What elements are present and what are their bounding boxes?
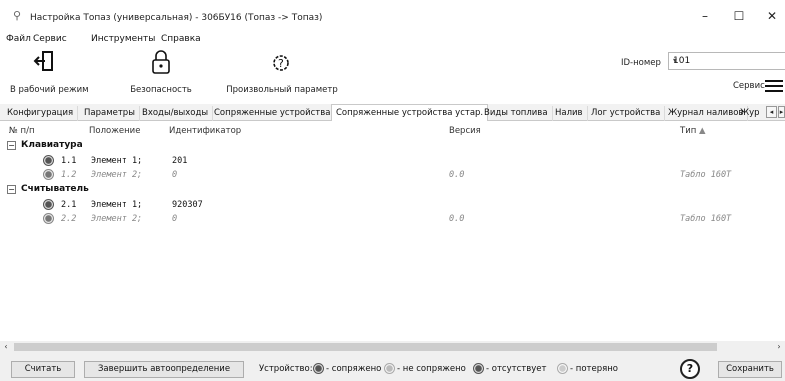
tab-scroll-right-icon[interactable]: ▸	[778, 106, 785, 118]
app-icon: ⚲	[13, 9, 22, 22]
not-paired-label: - не сопряжено	[397, 364, 466, 374]
col-num[interactable]: № п/п	[9, 126, 35, 136]
save-button[interactable]: Сохранить	[718, 361, 782, 378]
tab-filling[interactable]: Налив	[551, 106, 588, 121]
id-number-select[interactable]: 101 ▾	[668, 52, 785, 70]
status-led-icon	[43, 155, 54, 166]
custom-param-label: Произвольный параметр	[226, 85, 338, 95]
col-type[interactable]: Тип ▲	[680, 126, 706, 136]
sort-asc-icon: ▲	[698, 126, 706, 136]
tab-device-log[interactable]: Лог устройства	[587, 106, 666, 121]
row-version: 0.0	[449, 170, 465, 180]
row-position: Элемент 1;	[91, 200, 143, 210]
minimize-button[interactable]: –	[690, 6, 720, 26]
absent-label: - отсутствует	[486, 364, 547, 374]
service-label: Сервис	[733, 81, 765, 91]
tab-scroll-left-icon[interactable]: ◂	[766, 106, 777, 118]
title-bar: ⚲ Настройка Топаз (универсальная) - 306Б…	[0, 0, 785, 30]
tab-configuration[interactable]: Конфигурация	[3, 106, 79, 121]
group-keyboard[interactable]: − Клавиатура	[7, 140, 83, 150]
row-position: Элемент 1;	[91, 156, 143, 166]
tab-parameters[interactable]: Параметры	[80, 106, 140, 121]
close-button[interactable]: ✕	[757, 6, 785, 26]
maximize-button[interactable]: ☐	[724, 6, 754, 26]
status-led-icon	[43, 199, 54, 210]
scroll-left-icon[interactable]: ‹	[0, 341, 12, 353]
tab-fuel-types[interactable]: Виды топлива	[480, 106, 553, 121]
row-num: 1.1	[61, 156, 77, 166]
paired-led-icon	[313, 363, 324, 374]
menu-file[interactable]: Файл	[6, 34, 31, 44]
row-position: Элемент 2;	[91, 214, 143, 224]
gear-question-icon: ?	[273, 55, 289, 71]
hamburger-menu-icon[interactable]	[765, 80, 783, 92]
devices-grid: № п/п Положение Идентификатор Версия Тип…	[0, 121, 785, 341]
not-paired-led-icon	[384, 363, 395, 374]
security-label: Безопасность	[130, 85, 192, 95]
work-mode-label: В рабочий режим	[10, 85, 89, 95]
menu-help[interactable]: Справка	[161, 34, 201, 44]
row-num: 2.2	[61, 214, 77, 224]
group-reader[interactable]: − Считыватель	[7, 184, 89, 194]
row-version: 0.0	[449, 214, 465, 224]
row-identifier: 920307	[172, 200, 203, 210]
row-num: 1.2	[61, 170, 77, 180]
svg-text:?: ?	[278, 57, 284, 70]
collapse-icon[interactable]: −	[7, 185, 16, 194]
lost-led-icon	[557, 363, 568, 374]
row-position: Элемент 2;	[91, 170, 143, 180]
status-led-icon	[43, 169, 54, 180]
id-number-label: ID-номер	[621, 58, 661, 68]
col-identifier[interactable]: Идентификатор	[169, 126, 241, 136]
tab-paired-devices[interactable]: Сопряженные устройства	[210, 106, 336, 121]
custom-param-button[interactable]: ? Произвольный параметр	[226, 48, 338, 95]
menu-tools[interactable]: Инструменты	[91, 34, 155, 44]
row-identifier: 0	[172, 214, 178, 224]
status-bar: Считать Завершить автоопределение Устрой…	[0, 353, 785, 381]
collapse-icon[interactable]: −	[7, 141, 16, 150]
device-legend-label: Устройство:	[259, 364, 313, 374]
read-button[interactable]: Считать	[11, 361, 75, 378]
exit-door-icon	[33, 51, 53, 71]
col-version[interactable]: Версия	[449, 126, 481, 136]
row-type: Табло 160Т	[680, 170, 732, 180]
col-position[interactable]: Положение	[89, 126, 140, 136]
row-identifier: 201	[172, 156, 188, 166]
lost-label: - потеряно	[570, 364, 618, 374]
scroll-right-icon[interactable]: ›	[773, 341, 785, 353]
tab-bar: Конфигурация Параметры Входы/выходы Сопр…	[0, 104, 785, 122]
window-title: Настройка Топаз (универсальная) - 306БУ1…	[30, 13, 323, 23]
row-type: Табло 160Т	[680, 214, 732, 224]
tab-paired-devices-legacy[interactable]: Сопряженные устройства устар.	[331, 104, 489, 122]
row-identifier: 0	[172, 170, 178, 180]
work-mode-button[interactable]: В рабочий режим	[10, 48, 89, 95]
paired-label: - сопряжено	[326, 364, 382, 374]
horizontal-scrollbar[interactable]: ‹ ›	[0, 341, 785, 353]
lock-icon	[152, 50, 170, 74]
finish-autodetect-button[interactable]: Завершить автоопределение	[84, 361, 244, 378]
help-icon[interactable]: ?	[680, 359, 700, 379]
scroll-thumb[interactable]	[14, 343, 717, 351]
menu-bar: Файл Сервис Инструменты Справка	[0, 30, 785, 47]
menu-service[interactable]: Сервис	[33, 34, 67, 44]
tab-io[interactable]: Входы/выходы	[138, 106, 214, 121]
absent-led-icon	[473, 363, 484, 374]
tab-journal[interactable]: Жур	[736, 106, 764, 121]
status-led-icon	[43, 213, 54, 224]
security-button[interactable]: Безопасность	[129, 48, 193, 95]
row-num: 2.1	[61, 200, 77, 210]
chevron-down-icon: ▾	[673, 56, 678, 65]
